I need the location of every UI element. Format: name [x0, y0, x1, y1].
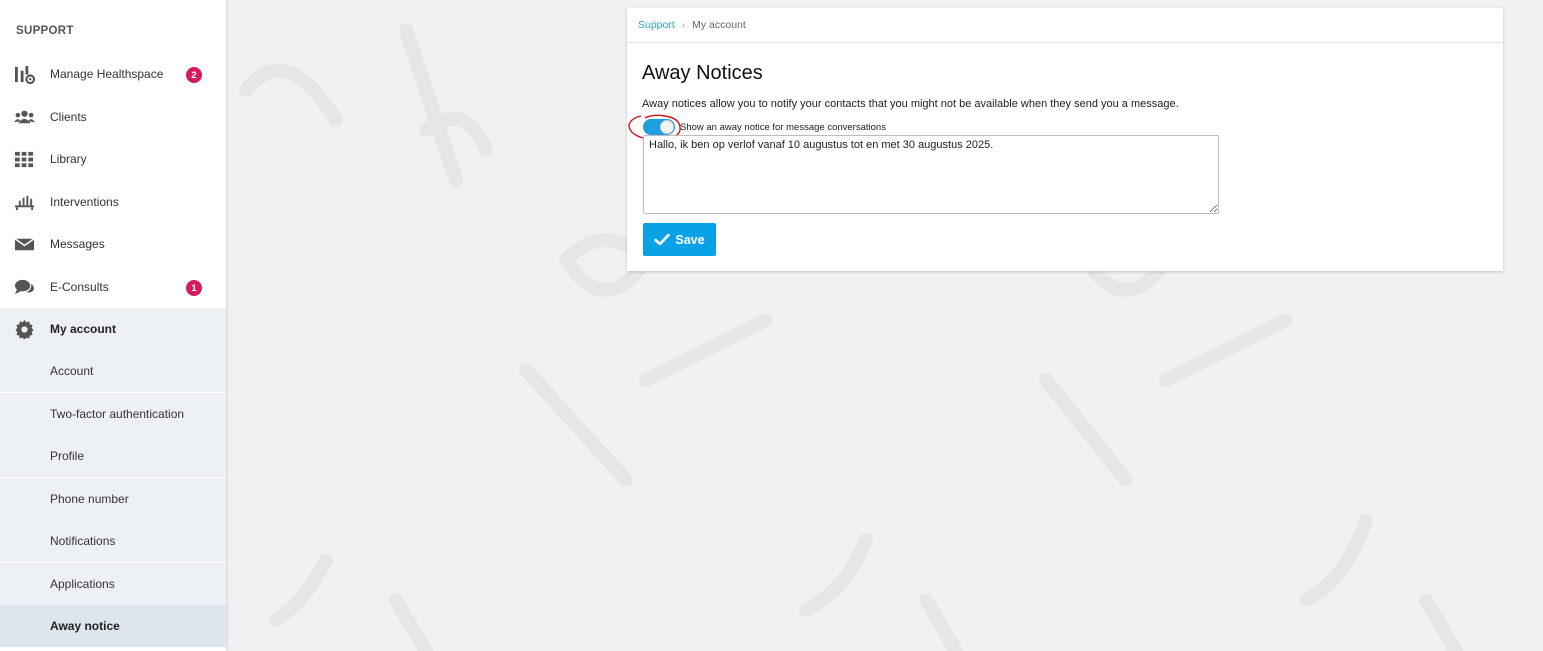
sidebar-item-label: E-Consults [50, 280, 109, 294]
sidebar-item-my-account[interactable]: My account [0, 308, 226, 350]
sidebar-subitem-notifications[interactable]: Notifications [0, 520, 226, 562]
breadcrumb-current: My account [692, 19, 746, 31]
interventions-icon [13, 192, 35, 212]
sidebar-subitem-phone-number[interactable]: Phone number [0, 478, 226, 520]
checkmark-icon [654, 233, 671, 246]
sidebar-subitem-account[interactable]: Account [0, 350, 226, 392]
away-notice-toggle-row: Show an away notice for message conversa… [643, 119, 886, 135]
breadcrumb-link-support[interactable]: Support [638, 19, 675, 31]
sidebar-subitem-label: Account [50, 364, 94, 378]
sidebar-item-manage-healthspace[interactable]: Manage Healthspace 2 [0, 53, 226, 95]
sidebar-subitem-label: Away notice [50, 619, 120, 633]
sidebar-item-label: Library [50, 152, 87, 166]
sidebar-subitem-label: Profile [50, 449, 85, 463]
gear-icon [13, 319, 35, 339]
away-notice-card: Support › My account Away Notices Away n… [627, 8, 1503, 271]
sidebar-item-interventions[interactable]: Interventions [0, 181, 226, 223]
notification-badge: 2 [186, 67, 202, 83]
sidebar-item-label: Manage Healthspace [50, 67, 164, 81]
sidebar-item-label: Clients [50, 110, 87, 124]
sidebar-subitem-label: Phone number [50, 492, 129, 506]
sidebar-subitem-label: Notifications [50, 534, 116, 548]
sidebar-item-e-consults[interactable]: E-Consults 1 [0, 266, 226, 308]
grid-icon [13, 149, 35, 169]
notification-badge: 1 [186, 280, 202, 296]
page-title: Away Notices [642, 62, 763, 84]
sidebar-heading: SUPPORT [16, 25, 74, 37]
sidebar-subitem-label: Two-factor authentication [50, 407, 185, 421]
users-icon [13, 107, 35, 127]
breadcrumb: Support › My account [627, 8, 1503, 43]
sidebar-item-label: Interventions [50, 195, 119, 209]
sidebar-item-label: Messages [50, 237, 105, 251]
chat-icon [13, 277, 35, 297]
toggle-knob [660, 120, 674, 134]
sidebar-subitem-label: Applications [50, 577, 115, 591]
sidebar-item-label: My account [50, 322, 117, 336]
envelope-icon [13, 234, 35, 254]
manage-icon [13, 64, 35, 84]
sidebar-subitem-applications[interactable]: Applications [0, 563, 226, 605]
breadcrumb-separator: › [681, 19, 686, 31]
save-button[interactable]: Save [643, 223, 716, 256]
sidebar-subitem-profile[interactable]: Profile [0, 435, 226, 477]
sidebar: SUPPORT Manage Healthspace 2 Clients Lib… [0, 0, 226, 651]
toggle-label: Show an away notice for message conversa… [680, 121, 886, 133]
sidebar-item-messages[interactable]: Messages [0, 223, 226, 265]
save-button-label: Save [675, 232, 705, 247]
away-notice-toggle[interactable] [643, 119, 675, 135]
sidebar-item-clients[interactable]: Clients [0, 96, 226, 138]
away-message-textarea[interactable]: Hallo, ik ben op verlof vanaf 10 augustu… [643, 135, 1219, 214]
sidebar-subitem-away-notice[interactable]: Away notice [0, 605, 226, 647]
page-description: Away notices allow you to notify your co… [642, 98, 1179, 110]
sidebar-subitem-two-factor-authentication[interactable]: Two-factor authentication [0, 393, 226, 435]
sidebar-item-library[interactable]: Library [0, 138, 226, 180]
